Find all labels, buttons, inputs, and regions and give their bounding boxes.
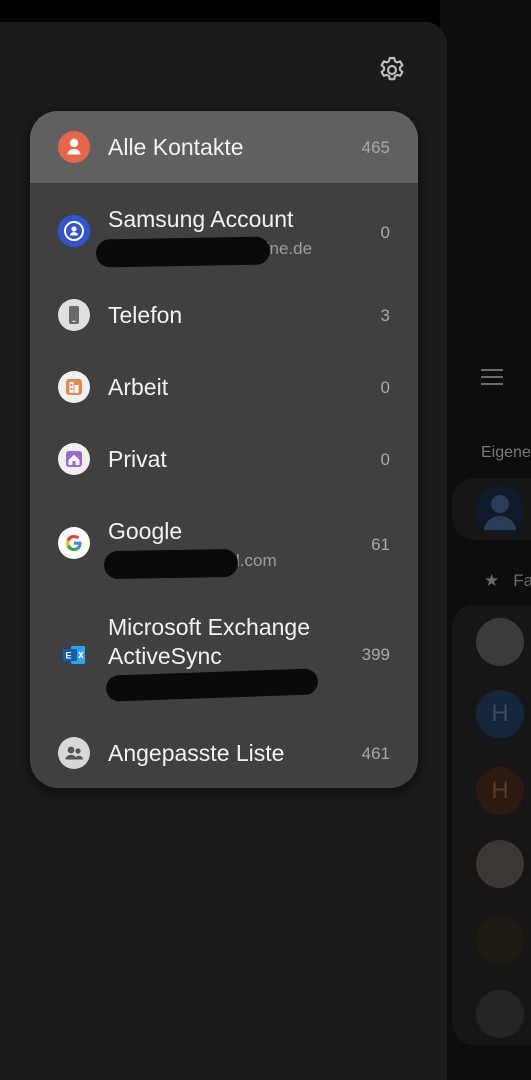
menu-item-label: Google — [108, 518, 183, 544]
contact-count: 461 — [361, 744, 390, 763]
favorites-header: ★ Fa — [484, 571, 531, 591]
contact-count: 0 — [380, 450, 390, 469]
menu-item-phone[interactable]: Telefon 3 — [30, 279, 418, 351]
account-email: l.com — [236, 551, 277, 570]
menu-item-label: Privat — [108, 446, 167, 472]
avatar — [476, 840, 524, 888]
menu-item-label: Arbeit — [108, 374, 169, 400]
contacts-screen: Eigene ★ Fa H H Alle Kontakte 465 Samsun… — [0, 0, 531, 1080]
avatar — [476, 990, 524, 1038]
redaction-mark — [105, 668, 319, 702]
menu-item-work[interactable]: Arbeit 0 — [30, 351, 418, 423]
avatar — [476, 916, 524, 964]
group-icon — [58, 737, 90, 769]
star-icon: ★ — [484, 571, 500, 590]
account-filter-menu: Alle Kontakte 465 Samsung Account line.d… — [30, 111, 418, 788]
menu-item-label: Alle Kontakte — [108, 134, 244, 160]
contact-count: 0 — [380, 223, 390, 242]
menu-item-samsung-account[interactable]: Samsung Account line.de 0 — [30, 183, 418, 279]
redaction-mark — [95, 236, 271, 268]
section-header-own-profile: Eigene — [481, 444, 531, 461]
profile-avatar — [476, 486, 524, 534]
home-icon — [58, 443, 90, 475]
building-icon — [58, 371, 90, 403]
menu-item-label-line2: ActiveSync — [108, 643, 222, 669]
contact-count: 61 — [371, 535, 390, 554]
avatar-letter: H — [491, 700, 509, 727]
menu-item-label: Angepasste Liste — [108, 740, 285, 766]
google-icon — [58, 527, 90, 559]
menu-item-label: Microsoft Exchange — [108, 614, 310, 640]
contact-count: 465 — [361, 138, 390, 157]
menu-item-exchange-activesync[interactable]: E Microsoft Exchange ActiveSync 399 — [30, 591, 418, 717]
avatar: H — [476, 690, 524, 738]
menu-item-google[interactable]: Google l.com 61 — [30, 495, 418, 591]
person-icon — [58, 131, 90, 163]
settings-button[interactable] — [376, 54, 408, 86]
samsung-account-icon — [58, 215, 90, 247]
avatar-letter: H — [491, 777, 509, 804]
redaction-mark — [103, 548, 239, 580]
exchange-icon: E — [58, 639, 90, 671]
phone-icon — [58, 299, 90, 331]
svg-text:E: E — [66, 651, 72, 661]
menu-item-all-contacts[interactable]: Alle Kontakte 465 — [30, 111, 418, 183]
contact-count: 0 — [380, 378, 390, 397]
menu-item-custom-list[interactable]: Angepasste Liste 461 — [30, 717, 418, 788]
favorites-label: Fa — [513, 571, 531, 590]
menu-item-label: Samsung Account — [108, 206, 294, 232]
avatar — [476, 618, 524, 666]
contact-count: 399 — [361, 645, 390, 664]
avatar: H — [476, 767, 524, 815]
menu-item-private[interactable]: Privat 0 — [30, 423, 418, 495]
menu-item-label: Telefon — [108, 302, 183, 328]
favorites-card — [452, 605, 531, 1045]
gear-icon — [380, 56, 404, 81]
hamburger-menu-icon — [481, 364, 503, 386]
contact-count: 3 — [380, 306, 390, 325]
